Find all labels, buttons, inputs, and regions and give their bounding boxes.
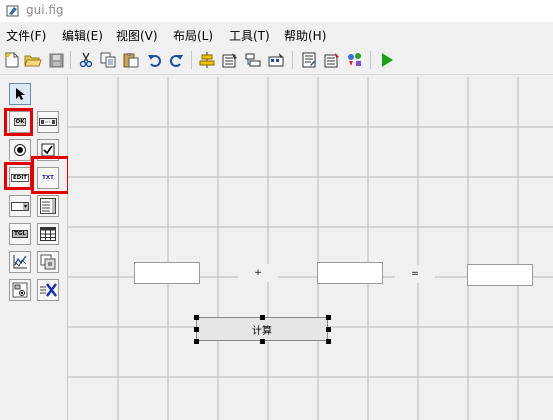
selection-handle[interactable] [260, 339, 265, 344]
table-tool-icon[interactable] [37, 223, 59, 245]
highlight-edit-text [4, 162, 33, 190]
radio-button-tool-icon[interactable] [9, 139, 31, 161]
edit-text-input-1[interactable] [134, 262, 200, 284]
toolbar [0, 47, 553, 75]
popup-menu-tool-icon[interactable] [9, 195, 31, 217]
m-file-editor-icon[interactable] [300, 51, 318, 69]
selection-handle[interactable] [194, 339, 199, 344]
menu-help[interactable]: 帮助(H) [284, 27, 326, 44]
static-text-equals: = [395, 265, 435, 283]
title-bar: gui.fig [0, 0, 553, 22]
menu-edit[interactable]: 编辑(E) [62, 27, 103, 44]
menu-bar: 文件(F) 编辑(E) 视图(V) 布局(L) 工具(T) 帮助(H) [0, 24, 553, 44]
guide-app-icon [6, 4, 20, 18]
toolbar-separator [70, 51, 71, 69]
menu-layout[interactable]: 布局(L) [173, 27, 213, 44]
panel-tool-icon[interactable] [37, 251, 59, 273]
menu-view[interactable]: 视图(V) [116, 27, 158, 44]
toolbar-separator [191, 51, 192, 69]
toolbar-separator [292, 51, 293, 69]
paste-icon[interactable] [122, 51, 140, 69]
new-file-icon[interactable] [3, 51, 21, 69]
property-inspector-icon[interactable] [323, 51, 341, 69]
selection-handle[interactable] [194, 315, 199, 320]
listbox-tool-icon[interactable] [37, 195, 59, 217]
menu-tools[interactable]: 工具(T) [229, 27, 270, 44]
selection-handle[interactable] [326, 315, 331, 320]
toggle-button-tool-label: TGL [12, 230, 28, 238]
button-group-tool-icon[interactable] [9, 279, 31, 301]
toolbar-editor-icon[interactable] [267, 51, 285, 69]
save-icon[interactable] [47, 51, 65, 69]
undo-icon[interactable] [145, 51, 163, 69]
open-folder-icon[interactable] [24, 51, 42, 69]
layout-canvas[interactable] [68, 77, 553, 420]
menu-editor-icon[interactable] [221, 51, 239, 69]
redo-icon[interactable] [168, 51, 186, 69]
menu-file[interactable]: 文件(F) [6, 27, 46, 44]
calculate-button[interactable]: 计算 [196, 317, 328, 341]
toolbar-separator [370, 51, 371, 69]
edit-text-result[interactable] [467, 264, 533, 286]
layout-grid [68, 77, 553, 420]
window-title: gui.fig [26, 3, 64, 17]
align-objects-icon[interactable] [198, 51, 216, 69]
tab-order-editor-icon[interactable] [244, 51, 262, 69]
toggle-button-tool[interactable]: TGL [9, 223, 31, 245]
selection-handle[interactable] [194, 327, 199, 332]
calculate-button-label: 计算 [252, 325, 272, 337]
copy-icon[interactable] [99, 51, 117, 69]
selection-handle[interactable] [326, 339, 331, 344]
select-tool-icon[interactable] [9, 83, 31, 105]
static-text-plus: + [238, 264, 278, 282]
slider-tool-icon[interactable] [37, 111, 59, 133]
highlight-push-button [4, 108, 33, 136]
selection-handle[interactable] [326, 327, 331, 332]
axes-tool-icon[interactable] [9, 251, 31, 273]
edit-text-input-2[interactable] [317, 262, 383, 284]
run-figure-icon[interactable] [378, 51, 396, 69]
selection-handle[interactable] [260, 315, 265, 320]
cut-icon[interactable] [77, 51, 95, 69]
activex-control-tool-icon[interactable] [37, 279, 59, 301]
object-browser-icon[interactable] [346, 51, 364, 69]
highlight-static-text [31, 156, 70, 194]
